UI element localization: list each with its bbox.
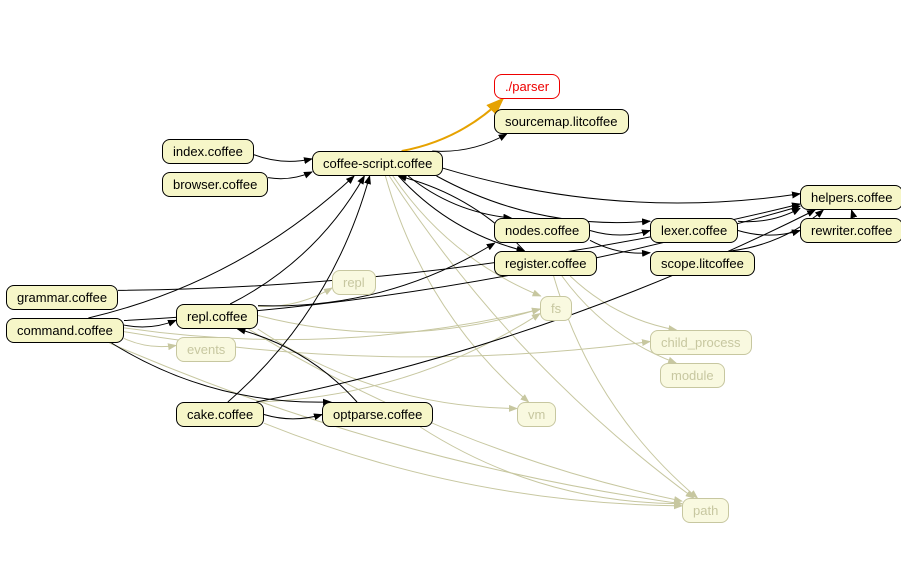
node-childproc[interactable]: child_process [650, 330, 752, 355]
node-scope[interactable]: scope.litcoffee [650, 251, 755, 276]
node-repl_mod[interactable]: repl [332, 270, 376, 295]
node-cake[interactable]: cake.coffee [176, 402, 264, 427]
edge-command-to-repl [124, 320, 176, 327]
edge-register-to-childproc [570, 276, 676, 330]
node-browser[interactable]: browser.coffee [162, 172, 268, 197]
node-sourcemap[interactable]: sourcemap.litcoffee [494, 109, 629, 134]
edge-coffeescript-to-vm [385, 176, 528, 402]
edge-repl-to-fs [258, 309, 540, 332]
node-helpers[interactable]: helpers.coffee [800, 185, 901, 210]
edge-rewriter-to-helpers [852, 210, 853, 218]
node-path[interactable]: path [682, 498, 729, 523]
node-rewriter[interactable]: rewriter.coffee [800, 218, 901, 243]
edge-repl-to-vm [258, 329, 517, 409]
node-grammar[interactable]: grammar.coffee [6, 285, 118, 310]
node-index[interactable]: index.coffee [162, 139, 254, 164]
edge-command-to-events [124, 338, 176, 346]
node-coffeescript[interactable]: coffee-script.coffee [312, 151, 443, 176]
node-optparse[interactable]: optparse.coffee [322, 402, 433, 427]
edge-cake-to-optparse [264, 415, 322, 419]
node-parser[interactable]: ./parser [494, 74, 560, 99]
node-module[interactable]: module [660, 363, 725, 388]
edge-nodes-to-lexer [590, 231, 650, 236]
node-register[interactable]: register.coffee [494, 251, 597, 276]
edge-repl-to-path [248, 329, 682, 501]
node-command[interactable]: command.coffee [6, 318, 124, 343]
node-repl[interactable]: repl.coffee [176, 304, 258, 329]
node-vm[interactable]: vm [517, 402, 556, 427]
node-events[interactable]: events [176, 337, 236, 362]
edge-index-to-coffeescript [254, 155, 312, 162]
node-lexer[interactable]: lexer.coffee [650, 218, 738, 243]
edge-grammar-to-helpers [118, 204, 800, 290]
edge-coffeescript-to-sourcemap [432, 134, 506, 151]
edge-coffeescript-to-helpers [443, 168, 800, 203]
node-nodes[interactable]: nodes.coffee [494, 218, 590, 243]
edge-coffeescript-to-lexer [437, 176, 650, 223]
edge-browser-to-coffeescript [268, 172, 312, 179]
edge-cake-to-fs [260, 314, 540, 402]
node-fs[interactable]: fs [540, 296, 572, 321]
